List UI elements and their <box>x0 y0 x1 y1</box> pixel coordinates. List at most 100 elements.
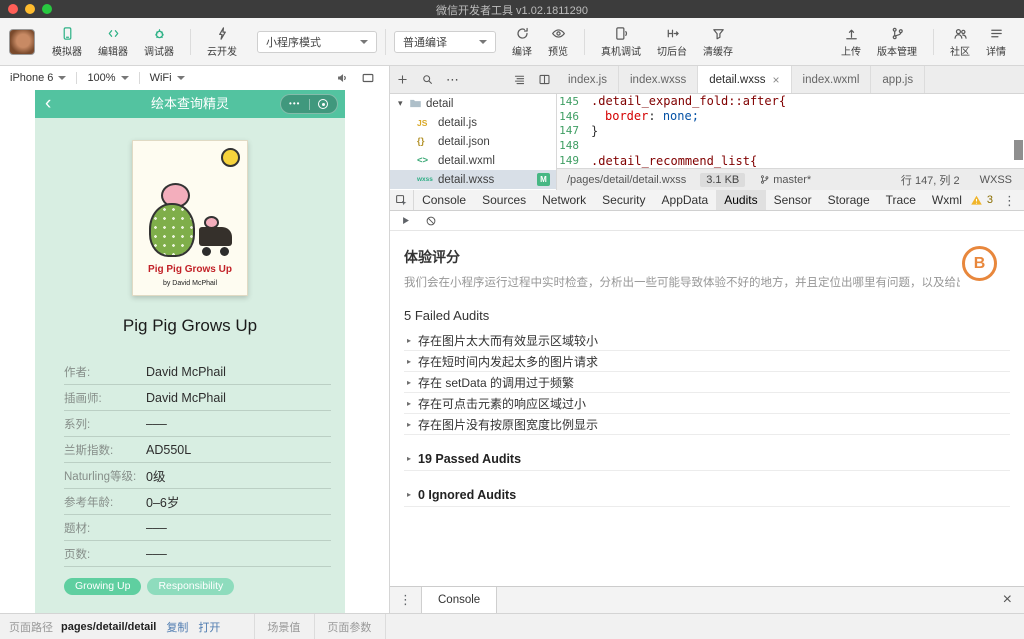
audit-item[interactable]: ▸ 存在 setData 的调用过于频繁 <box>404 372 1010 393</box>
mode-select[interactable]: 小程序模式 <box>257 30 377 53</box>
tree-folder-detail[interactable]: ▾ detail <box>390 94 556 113</box>
audit-item[interactable]: ▸ 存在图片太大而有效显示区域较小 <box>404 330 1010 351</box>
passed-audits-header[interactable]: ▸ 19 Passed Audits <box>404 447 1010 471</box>
devtools-tab-sources[interactable]: Sources <box>474 190 534 210</box>
devtools-tab-appdata[interactable]: AppData <box>654 190 717 210</box>
editor-scrollbar[interactable] <box>1014 94 1023 168</box>
editor-status-bar: /pages/detail/detail.wxss 3.1 KB master*… <box>557 168 1024 190</box>
scrollbar-thumb[interactable] <box>1014 140 1023 160</box>
network-select[interactable]: WiFi <box>140 72 195 84</box>
version-management-button[interactable]: 版本管理 <box>869 26 925 58</box>
tag-responsibility[interactable]: Responsibility <box>147 578 235 595</box>
more-actions-button[interactable]: ⋯ <box>440 72 465 88</box>
toolbar-separator <box>190 28 191 55</box>
code-editor[interactable]: 145 .detail_expand_fold::after{ 146 bord… <box>557 94 1024 168</box>
devtools-tab-security[interactable]: Security <box>594 190 653 210</box>
cover-sun-art <box>221 148 240 167</box>
wxml-file-icon: <> <box>417 155 429 166</box>
collapse-tree-button[interactable] <box>507 73 532 86</box>
tree-file-detail-json[interactable]: {} detail.json <box>390 132 556 151</box>
audit-item[interactable]: ▸ 存在可点击元素的响应区域过小 <box>404 393 1010 414</box>
split-view-icon <box>539 74 550 85</box>
devtools-tab-trace[interactable]: Trace <box>878 190 924 210</box>
audits-toolbar <box>390 211 1024 231</box>
git-branch-indicator[interactable]: master* <box>759 174 811 186</box>
close-drawer-button[interactable]: × <box>991 587 1024 613</box>
split-editor-button[interactable] <box>532 73 557 86</box>
speaker-icon[interactable] <box>335 71 349 85</box>
book-cover-image: Pig Pig Grows Up by David McPhail <box>132 140 248 296</box>
upload-button[interactable]: 上传 <box>833 26 869 58</box>
drawer-tab-console[interactable]: Console <box>421 587 498 613</box>
bottom-status-bar: 页面路径 pages/detail/detail 复制 打开 场景值 页面参数 <box>0 613 1024 639</box>
phone-screen: ‹ 绘本查询精灵 ••• Pig Pig Grows Up by David M… <box>35 90 345 613</box>
clear-cache-button[interactable]: 清缓存 <box>695 18 741 65</box>
statusbar-separator <box>314 613 316 639</box>
tree-file-detail-wxml[interactable]: <> detail.wxml <box>390 151 556 170</box>
exit-miniapp-button[interactable] <box>310 99 338 109</box>
simulator-toggle-button[interactable]: 模拟器 <box>44 18 90 65</box>
switch-background-label: 切后台 <box>657 46 687 58</box>
audit-item[interactable]: ▸ 存在图片没有按原图宽度比例显示 <box>404 414 1010 435</box>
clear-icon[interactable] <box>425 215 437 227</box>
copy-path-link[interactable]: 复制 <box>166 619 188 635</box>
details-button[interactable]: 详情 <box>978 26 1014 58</box>
upload-label: 上传 <box>841 46 861 58</box>
compile-mode-select[interactable]: 普通编译 <box>394 30 496 53</box>
tag-growing-up[interactable]: Growing Up <box>64 578 142 595</box>
network-select-value: WiFi <box>149 72 172 84</box>
devtools-tab-audits[interactable]: Audits <box>716 190 766 210</box>
new-file-button[interactable] <box>390 73 415 86</box>
warnings-indicator[interactable]: 3 <box>970 194 993 207</box>
language-mode[interactable]: WXSS <box>980 174 1012 186</box>
close-tab-icon[interactable]: × <box>773 74 780 86</box>
expand-triangle-icon: ▸ <box>407 398 412 408</box>
cover-pig-art <box>149 203 195 257</box>
community-button[interactable]: 社区 <box>942 26 978 58</box>
devtools-tab-storage[interactable]: Storage <box>820 190 878 210</box>
devtools-menu-button[interactable]: ⋮ <box>1003 194 1016 207</box>
funnel-icon <box>712 28 724 39</box>
people-icon <box>953 28 967 39</box>
search-button[interactable] <box>415 73 440 86</box>
editor-toggle-button[interactable]: 编辑器 <box>90 18 136 65</box>
tab-app-js[interactable]: app.js <box>871 66 926 93</box>
tab-detail-wxss[interactable]: detail.wxss × <box>698 66 792 93</box>
code-line: 146 border: none; <box>557 109 1024 124</box>
details-label: 详情 <box>986 46 1006 58</box>
real-device-debug-button[interactable]: 真机调试 <box>593 18 649 65</box>
zoom-select[interactable]: 100% <box>77 72 138 84</box>
user-avatar[interactable] <box>9 28 35 55</box>
more-menu-button[interactable]: ••• <box>281 95 309 113</box>
compile-button[interactable]: 编译 <box>504 18 540 65</box>
tab-index-wxss[interactable]: index.wxss <box>619 66 699 93</box>
devtools-tabbar-right: 3 ⋮ <box>970 190 1024 210</box>
devtools-panel: Console Sources Network Security AppData… <box>390 190 1024 613</box>
rotate-screen-icon[interactable] <box>361 71 375 85</box>
tree-file-detail-js[interactable]: JS detail.js <box>390 113 556 132</box>
open-path-link[interactable]: 打开 <box>198 619 220 635</box>
switch-background-button[interactable]: 切后台 <box>649 18 695 65</box>
preview-button[interactable]: 预览 <box>540 18 576 65</box>
debugger-toggle-button[interactable]: 调试器 <box>136 18 182 65</box>
tab-index-wxml[interactable]: index.wxml <box>792 66 872 93</box>
code-line: 148 <box>557 138 1024 153</box>
device-select[interactable]: iPhone 6 <box>0 72 76 84</box>
devtools-tab-sensor[interactable]: Sensor <box>766 190 820 210</box>
cloud-dev-button[interactable]: 云开发 <box>199 18 245 65</box>
git-branch-icon <box>892 27 903 39</box>
devtools-tab-wxml[interactable]: Wxml <box>924 190 970 210</box>
tree-file-detail-wxss[interactable]: wxss detail.wxss M <box>390 170 556 189</box>
compile-mode-value: 普通编译 <box>403 36 447 49</box>
devtools-tab-console[interactable]: Console <box>414 190 474 210</box>
drawer-menu-button[interactable]: ⋮ <box>390 587 421 613</box>
tab-index-js[interactable]: index.js <box>557 66 619 93</box>
file-tree: ▾ detail JS detail.js {} detail.json <> … <box>390 94 557 190</box>
devtools-tab-network[interactable]: Network <box>534 190 594 210</box>
inspect-element-button[interactable] <box>390 190 415 210</box>
phone-waves-icon <box>615 26 627 40</box>
ignored-audits-header[interactable]: ▸ 0 Ignored Audits <box>404 483 1010 507</box>
audit-item[interactable]: ▸ 存在短时间内发起太多的图片请求 <box>404 351 1010 372</box>
toolbar-separator <box>933 28 934 55</box>
run-audit-button[interactable] <box>400 215 411 226</box>
